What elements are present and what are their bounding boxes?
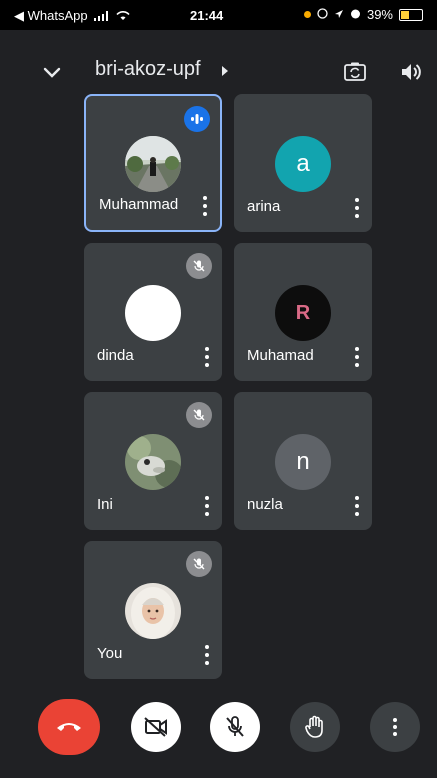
battery-level: 39%: [366, 7, 393, 22]
camera-toggle-button[interactable]: [131, 702, 181, 752]
participant-name: Ini: [97, 496, 113, 513]
switch-camera-icon[interactable]: [342, 59, 368, 85]
participant-tile-you[interactable]: You: [84, 541, 222, 679]
status-time: 21:44: [190, 8, 224, 23]
avatar-letter: a: [296, 150, 310, 177]
participant-tile-nuzla[interactable]: n nuzla: [234, 392, 372, 530]
status-bar: ◀ WhatsApp 21:44 39%: [0, 0, 437, 30]
more-options-icon[interactable]: [204, 496, 210, 516]
avatar: [125, 285, 181, 341]
meeting-code[interactable]: bri-akoz-upf: [95, 58, 201, 81]
more-vert-icon: [393, 718, 397, 736]
mic-toggle-button[interactable]: [210, 702, 260, 752]
call-header: bri-akoz-upf: [0, 52, 437, 92]
mic-muted-icon: [186, 253, 212, 279]
avatar-letter: R: [295, 301, 311, 324]
back-to-app-link[interactable]: ◀ WhatsApp: [14, 8, 88, 24]
raise-hand-button[interactable]: [290, 702, 340, 752]
speaker-icon[interactable]: [398, 59, 424, 85]
more-options-icon[interactable]: [204, 347, 210, 367]
lock-rotation-icon: [317, 7, 328, 22]
speaking-indicator-icon: [184, 106, 210, 132]
avatar: [125, 136, 181, 192]
wifi-icon: [115, 9, 130, 24]
avatar: R: [275, 285, 331, 341]
participant-tile-ini[interactable]: Ini: [84, 392, 222, 530]
meeting-info-arrow-icon[interactable]: [222, 66, 228, 76]
participant-name: Muhamad: [247, 347, 314, 364]
more-options-icon[interactable]: [354, 496, 360, 516]
participant-name: arina: [247, 198, 281, 215]
mic-off-icon: [226, 716, 244, 737]
phone-hangup-icon: [57, 723, 81, 731]
avatar-letter: n: [296, 448, 310, 475]
more-options-icon[interactable]: [204, 645, 210, 665]
participant-name: Muhammad: [99, 196, 179, 213]
participant-name: nuzla: [247, 496, 283, 513]
alarm-icon: [350, 7, 361, 22]
participant-name: dinda: [97, 347, 134, 364]
more-options-icon[interactable]: [202, 196, 208, 216]
hand-icon: [305, 715, 323, 738]
avatar: [125, 583, 181, 639]
more-options-button[interactable]: [370, 702, 420, 752]
participant-tile-dinda[interactable]: dinda: [84, 243, 222, 381]
dot-indicator-icon: [303, 11, 311, 18]
avatar: n: [275, 434, 331, 490]
chevron-down-icon[interactable]: [38, 58, 66, 86]
participant-name: You: [97, 645, 123, 662]
end-call-button[interactable]: [38, 699, 100, 755]
battery-icon: [399, 8, 423, 21]
avatar: a: [275, 136, 331, 192]
avatar: [125, 434, 181, 490]
participant-tile-muhamad[interactable]: R Muhamad: [234, 243, 372, 381]
camera-off-icon: [144, 717, 167, 737]
mic-muted-icon: [186, 551, 212, 577]
participant-tile-muhammad[interactable]: Muhammad: [84, 94, 222, 232]
more-options-icon[interactable]: [354, 198, 360, 218]
signal-icon: [93, 9, 110, 24]
more-options-icon[interactable]: [354, 347, 360, 367]
participant-tile-arina[interactable]: a arina: [234, 94, 372, 232]
mic-muted-icon: [186, 402, 212, 428]
call-controls: [0, 699, 437, 762]
location-icon: [334, 7, 344, 22]
